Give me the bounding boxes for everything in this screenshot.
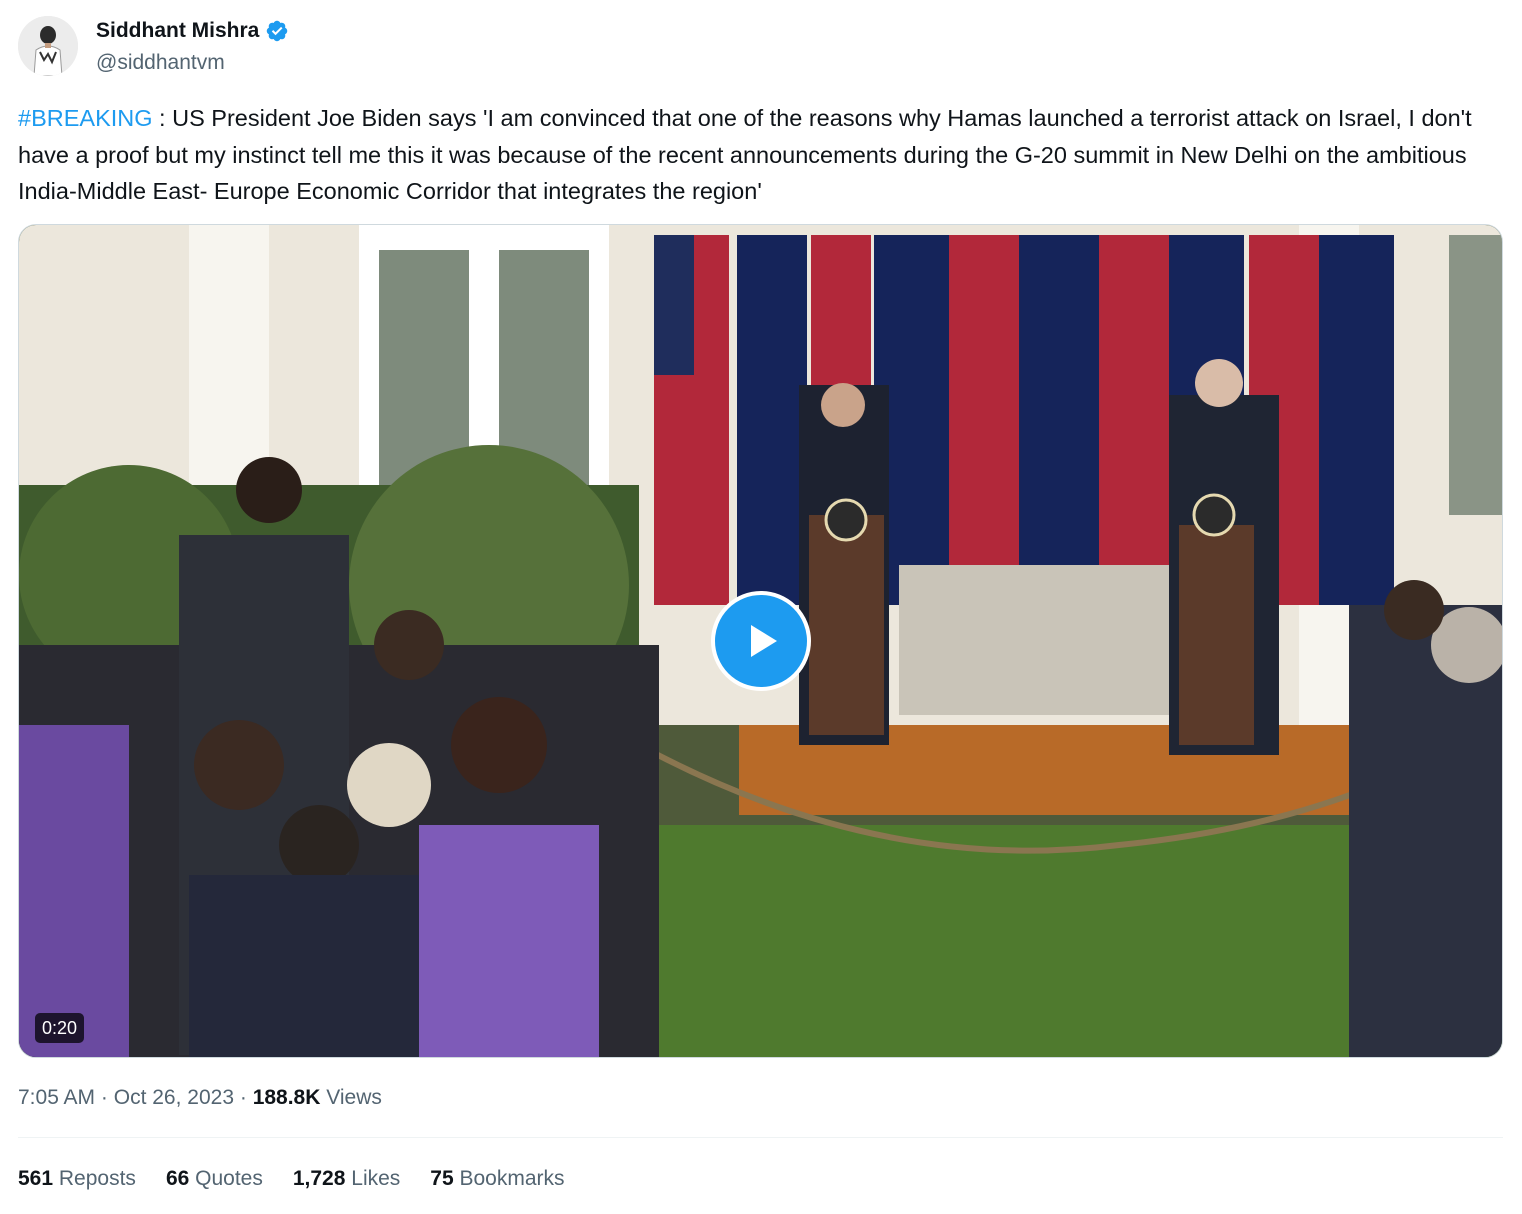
author-handle[interactable]: @siddhantvm xyxy=(96,51,225,75)
verified-badge-icon xyxy=(267,20,288,42)
bookmarks-stat[interactable]: 75 Bookmarks xyxy=(430,1167,564,1191)
avatar[interactable] xyxy=(18,16,78,76)
tweet-time[interactable]: 7:05 AM xyxy=(18,1086,95,1109)
likes-count: 1,728 xyxy=(292,1167,346,1190)
bookmarks-count: 75 xyxy=(430,1167,454,1190)
author-display-name[interactable]: Siddhant Mishra xyxy=(96,19,259,43)
reposts-stat[interactable]: 561 Reposts xyxy=(18,1167,136,1191)
divider xyxy=(18,1137,1503,1138)
views-label: Views xyxy=(326,1086,382,1109)
reposts-count: 561 xyxy=(18,1167,54,1190)
hashtag-link[interactable]: #BREAKING xyxy=(18,105,153,131)
tweet-text: #BREAKING : US President Joe Biden says … xyxy=(18,100,1508,210)
play-icon xyxy=(751,625,777,657)
quotes-count: 66 xyxy=(165,1167,190,1190)
likes-label: Likes xyxy=(351,1167,401,1190)
flags xyxy=(654,235,1394,605)
play-button[interactable] xyxy=(711,591,811,691)
video-player[interactable]: 0:20 xyxy=(18,224,1503,1058)
tweet-meta: 7:05 AM · Oct 26, 2023 · 188.8K Views xyxy=(18,1086,382,1110)
likes-stat[interactable]: 1,728 Likes xyxy=(293,1167,400,1191)
views-count: 188.8K xyxy=(252,1086,321,1109)
quotes-label: Quotes xyxy=(195,1167,263,1190)
meta-separator: · xyxy=(100,1086,108,1109)
engagement-stats: 561 Reposts 66 Quotes 1,728 Likes 75 Boo… xyxy=(18,1167,565,1191)
video-duration: 0:20 xyxy=(35,1013,85,1043)
author-name-row[interactable]: Siddhant Mishra xyxy=(96,19,289,43)
quotes-stat[interactable]: 66 Quotes xyxy=(166,1167,263,1191)
tweet-body: : US President Joe Biden says 'I am conv… xyxy=(18,105,1472,204)
reposts-label: Reposts xyxy=(58,1167,136,1190)
bookmarks-label: Bookmarks xyxy=(459,1167,565,1190)
tweet-date[interactable]: Oct 26, 2023 xyxy=(114,1086,234,1109)
meta-separator: · xyxy=(239,1086,247,1109)
